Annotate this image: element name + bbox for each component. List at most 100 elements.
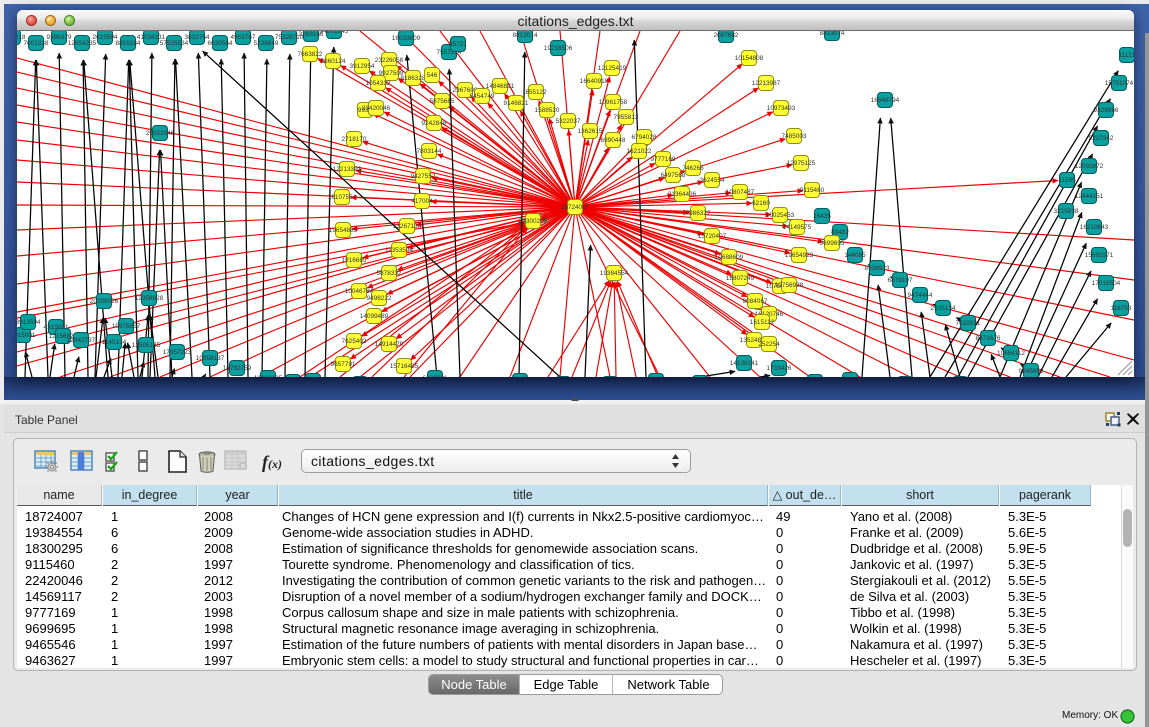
svg-text:12975125: 12975125 [787,160,816,167]
svg-text:8660124: 8660124 [321,58,346,65]
svg-text:17016504: 17016504 [1092,280,1121,287]
svg-text:2087682: 2087682 [714,32,739,39]
svg-text:23226058: 23226058 [375,57,404,64]
svg-text:746266: 746266 [682,165,704,172]
svg-text:9115460: 9115460 [800,187,825,194]
svg-text:9699695: 9699695 [820,240,845,247]
svg-text:10975857: 10975857 [112,323,141,330]
svg-text:9227342: 9227342 [1089,135,1114,142]
svg-text:6879197: 6879197 [888,277,913,284]
svg-text:10154808: 10154808 [735,55,764,62]
svg-text:3915001: 3915001 [17,332,36,339]
svg-text:7803144: 7803144 [417,148,442,155]
svg-text:546: 546 [427,72,438,79]
svg-text:15751074: 15751074 [1105,80,1134,87]
svg-text:1362615: 1362615 [578,128,603,135]
svg-text:8813074: 8813074 [820,31,845,37]
svg-text:10654112: 10654112 [997,350,1025,357]
svg-text:6497568: 6497568 [661,172,686,179]
svg-text:16107554: 16107554 [328,194,357,201]
svg-text:1054332: 1054332 [366,80,391,87]
svg-text:35721: 35721 [449,41,467,48]
svg-text:19654885: 19654885 [329,227,358,234]
svg-text:12093872: 12093872 [1075,163,1104,170]
svg-text:9084067: 9084067 [743,298,768,305]
svg-text:116753: 116753 [1111,305,1132,312]
svg-text:252254: 252254 [758,341,780,348]
svg-text:16648794: 16648794 [871,97,900,104]
svg-text:12505135: 12505135 [132,342,161,349]
svg-text:12213987: 12213987 [752,80,781,87]
svg-text:14914479: 14914479 [375,341,404,348]
svg-text:18724007: 18724007 [561,204,590,211]
svg-text:8938923: 8938923 [865,265,890,272]
svg-text:17957223: 17957223 [163,349,192,356]
svg-text:9245652: 9245652 [1019,368,1044,375]
svg-text:3215938: 3215938 [1054,208,1079,215]
svg-text:1733426: 1733426 [767,365,792,372]
svg-text:11353594: 11353594 [385,247,413,254]
svg-text:5878332: 5878332 [377,270,402,277]
svg-text:5238849: 5238849 [254,40,279,47]
svg-text:21364436: 21364436 [668,191,697,198]
svg-text:417004: 417004 [411,198,433,205]
svg-text:14099489: 14099489 [360,313,389,320]
svg-text:5875685: 5875685 [430,98,455,105]
svg-text:7485003: 7485003 [782,133,807,140]
svg-text:16033809: 16033809 [392,35,421,42]
svg-text:2935134: 2935134 [931,305,956,312]
svg-text:8186328: 8186328 [401,75,426,82]
svg-text:7632621: 7632621 [956,320,981,327]
svg-text:6794028: 6794028 [632,134,657,141]
svg-text:1615112: 1615112 [750,319,775,326]
svg-text:12942737: 12942737 [67,337,96,344]
svg-text:18807249: 18807249 [726,275,755,282]
svg-text:10807487: 10807487 [726,189,755,196]
svg-text:3912954: 3912954 [350,63,375,70]
svg-text:19218506: 19218506 [544,45,573,52]
svg-text:15720407: 15720407 [698,233,727,240]
svg-text:9657791: 9657791 [331,361,356,368]
svg-text:14149575: 14149575 [783,224,812,231]
svg-text:9474444: 9474444 [908,292,933,299]
svg-text:10958137: 10958137 [196,355,225,362]
svg-text:16210643: 16210643 [1080,224,1109,231]
svg-text:12358928: 12358928 [135,295,164,302]
svg-text:12213393: 12213393 [333,166,362,173]
svg-text:3913594: 3913594 [17,319,41,326]
svg-text:7663822: 7663822 [298,51,323,58]
svg-text:12444151: 12444151 [1075,193,1104,200]
svg-text:3832764: 3832764 [185,34,210,41]
svg-text:5322037: 5322037 [556,118,581,125]
svg-text:15716485: 15716485 [390,363,419,370]
svg-text:9329966: 9329966 [1094,107,1119,114]
svg-text:10046784: 10046784 [345,288,374,295]
svg-text:1621022: 1621022 [627,148,652,155]
svg-text:57525534: 57525534 [160,40,189,47]
svg-text:1916685: 1916685 [342,257,367,264]
svg-text:12923485: 12923485 [254,375,283,377]
svg-text:23420046: 23420046 [362,105,391,112]
svg-text:8454749: 8454749 [470,93,495,100]
svg-text:19384554: 19384554 [600,270,629,277]
svg-text:144095: 144095 [844,252,866,259]
svg-text:29053346: 29053346 [146,130,175,137]
svg-text:8813014: 8813014 [513,32,538,39]
svg-text:9242848: 9242848 [422,120,447,127]
svg-text:16782759: 16782759 [223,365,252,372]
svg-text:3624554: 3624554 [700,177,725,184]
svg-text:2718170: 2718170 [342,136,367,143]
svg-text:94801845: 94801845 [320,31,349,35]
svg-text:6030564: 6030564 [208,40,233,47]
svg-text:19654923: 19654923 [785,252,814,259]
svg-text:2615594: 2615594 [93,34,118,41]
svg-text:12654235: 12654235 [68,40,97,47]
svg-text:16435: 16435 [813,213,831,220]
svg-text:7625402: 7625402 [342,338,367,345]
svg-text:13267130: 13267130 [393,223,422,230]
svg-text:4953767: 4953767 [231,34,256,41]
svg-text:10973493: 10973493 [767,105,796,112]
svg-text:855122: 855122 [525,89,547,96]
svg-text:1588520: 1588520 [535,107,560,114]
svg-text:10756928: 10756928 [775,282,804,289]
